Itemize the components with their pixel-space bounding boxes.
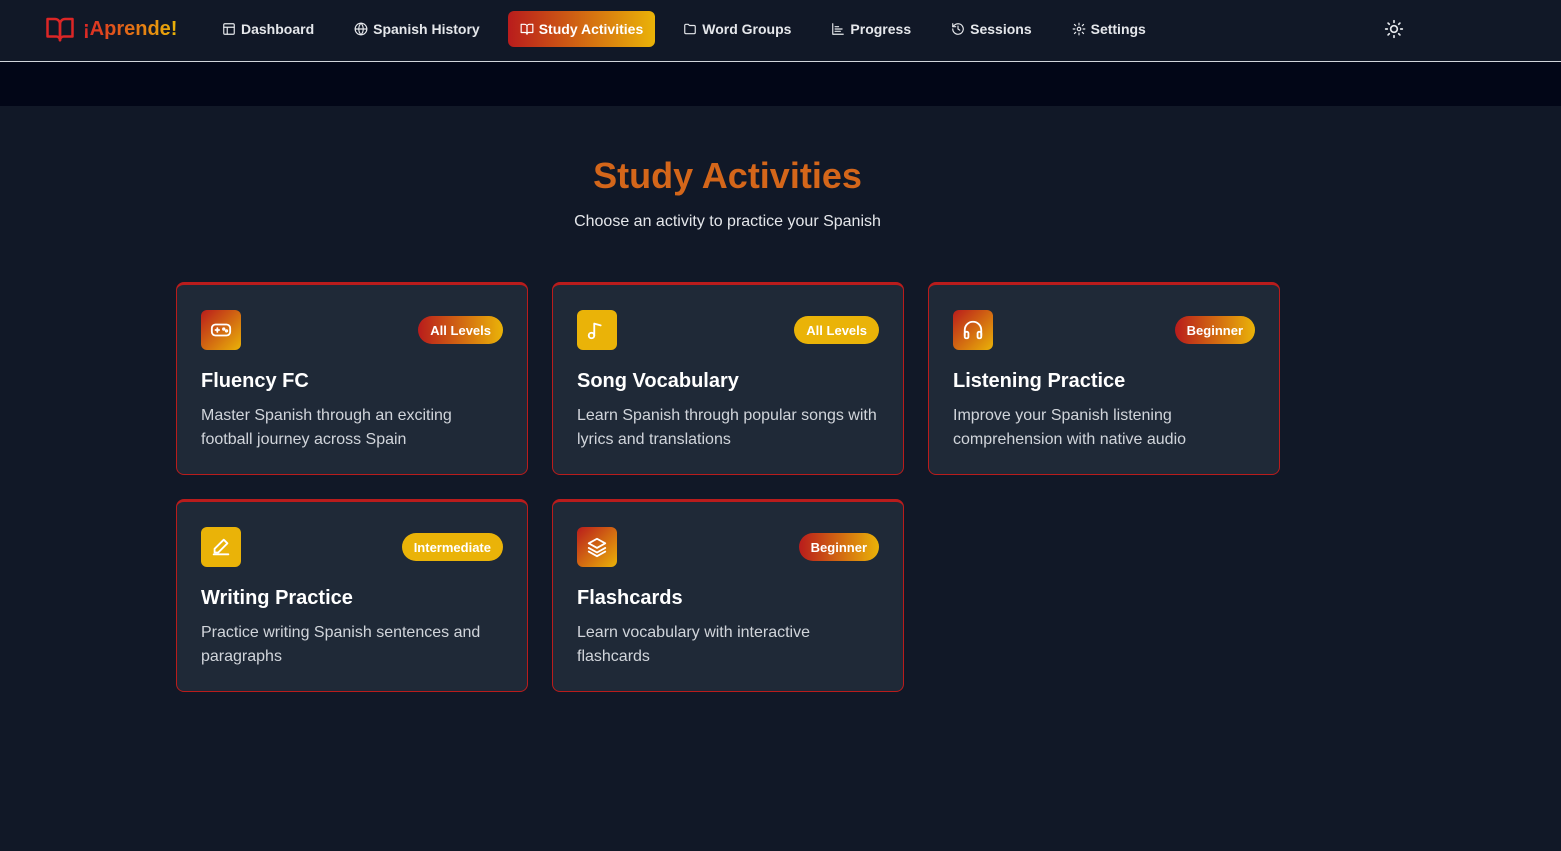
- header-band: [0, 62, 1561, 106]
- activity-description: Improve your Spanish listening comprehen…: [953, 407, 1187, 448]
- music-note-icon: [587, 322, 602, 340]
- open-book-icon: [46, 17, 74, 42]
- activity-icon-box: [577, 310, 617, 350]
- activity-card-song-vocabulary[interactable]: All Levels Song Vocabulary Learn Spanish…: [552, 282, 904, 475]
- nav-item-label: Spanish History: [373, 21, 480, 37]
- activity-icon-box: [577, 527, 617, 567]
- activity-description: Learn Spanish through popular songs with…: [577, 407, 877, 448]
- brand-name: ¡Aprende!: [83, 17, 178, 40]
- activity-title: Listening Practice: [953, 370, 1126, 392]
- activity-card-listening-practice[interactable]: Beginner Listening Practice Improve your…: [928, 282, 1280, 475]
- level-badge: Beginner: [798, 533, 879, 561]
- history-icon: [952, 23, 964, 35]
- nav-item-spanish-history[interactable]: Spanish History: [342, 11, 492, 47]
- activity-title: Fluency FC: [201, 370, 309, 392]
- activity-description: Practice writing Spanish sentences and p…: [201, 624, 481, 665]
- chart-icon: [832, 23, 845, 35]
- nav-menu: Dashboard Spanish History Study Activiti…: [210, 11, 1166, 47]
- folder-icon: [684, 23, 697, 35]
- layout-icon: [223, 23, 235, 35]
- nav-item-sessions[interactable]: Sessions: [939, 11, 1043, 47]
- page-subtitle: Choose an activity to practice your Span…: [574, 213, 881, 230]
- activity-description: Master Spanish through an exciting footb…: [201, 407, 452, 448]
- nav-item-dashboard[interactable]: Dashboard: [210, 11, 326, 47]
- level-badge: All Levels: [418, 316, 503, 344]
- brand-logo-link[interactable]: ¡Aprende!: [45, 14, 177, 44]
- activity-title: Writing Practice: [201, 587, 353, 609]
- sun-icon: [1384, 19, 1404, 39]
- pencil-icon: [212, 538, 230, 556]
- activity-title: Song Vocabulary: [577, 370, 739, 392]
- nav-item-label: Settings: [1090, 21, 1146, 37]
- nav-item-word-groups[interactable]: Word Groups: [671, 11, 803, 47]
- activity-card-writing-practice[interactable]: Intermediate Writing Practice Practice w…: [176, 499, 528, 692]
- nav-item-settings[interactable]: Settings: [1060, 11, 1158, 47]
- headphones-icon: [963, 320, 983, 340]
- layers-icon: [587, 537, 607, 558]
- activity-card-flashcards[interactable]: Beginner Flashcards Learn vocabulary wit…: [552, 499, 904, 692]
- activity-title: Flashcards: [577, 587, 683, 609]
- activity-card-fluency-fc[interactable]: All Levels Fluency FC Master Spanish thr…: [176, 282, 528, 475]
- nav-item-label: Sessions: [970, 21, 1032, 37]
- top-navbar: ¡Aprende! Dashboard Spanish History Stud…: [0, 0, 1561, 62]
- nav-item-study-activities[interactable]: Study Activities: [507, 11, 656, 47]
- nav-item-label: Study Activities: [538, 21, 644, 37]
- nav-item-label: Word Groups: [702, 21, 792, 37]
- nav-item-label: Dashboard: [241, 21, 315, 37]
- level-badge: All Levels: [794, 316, 879, 344]
- activity-description: Learn vocabulary with interactive flashc…: [577, 624, 811, 665]
- nav-item-label: Progress: [850, 21, 912, 37]
- activity-icon-box: [201, 310, 241, 350]
- globe-icon: [354, 22, 368, 36]
- page-title: Study Activities: [593, 155, 862, 196]
- theme-toggle-button[interactable]: [1380, 15, 1408, 43]
- gear-icon: [1072, 22, 1086, 36]
- nav-item-progress[interactable]: Progress: [819, 11, 923, 47]
- book-icon: [520, 23, 534, 35]
- activity-icon-box: [201, 527, 241, 567]
- activity-icon-box: [953, 310, 993, 350]
- level-badge: Beginner: [1174, 316, 1255, 344]
- level-badge: Intermediate: [401, 533, 503, 561]
- gamepad-icon: [210, 323, 232, 337]
